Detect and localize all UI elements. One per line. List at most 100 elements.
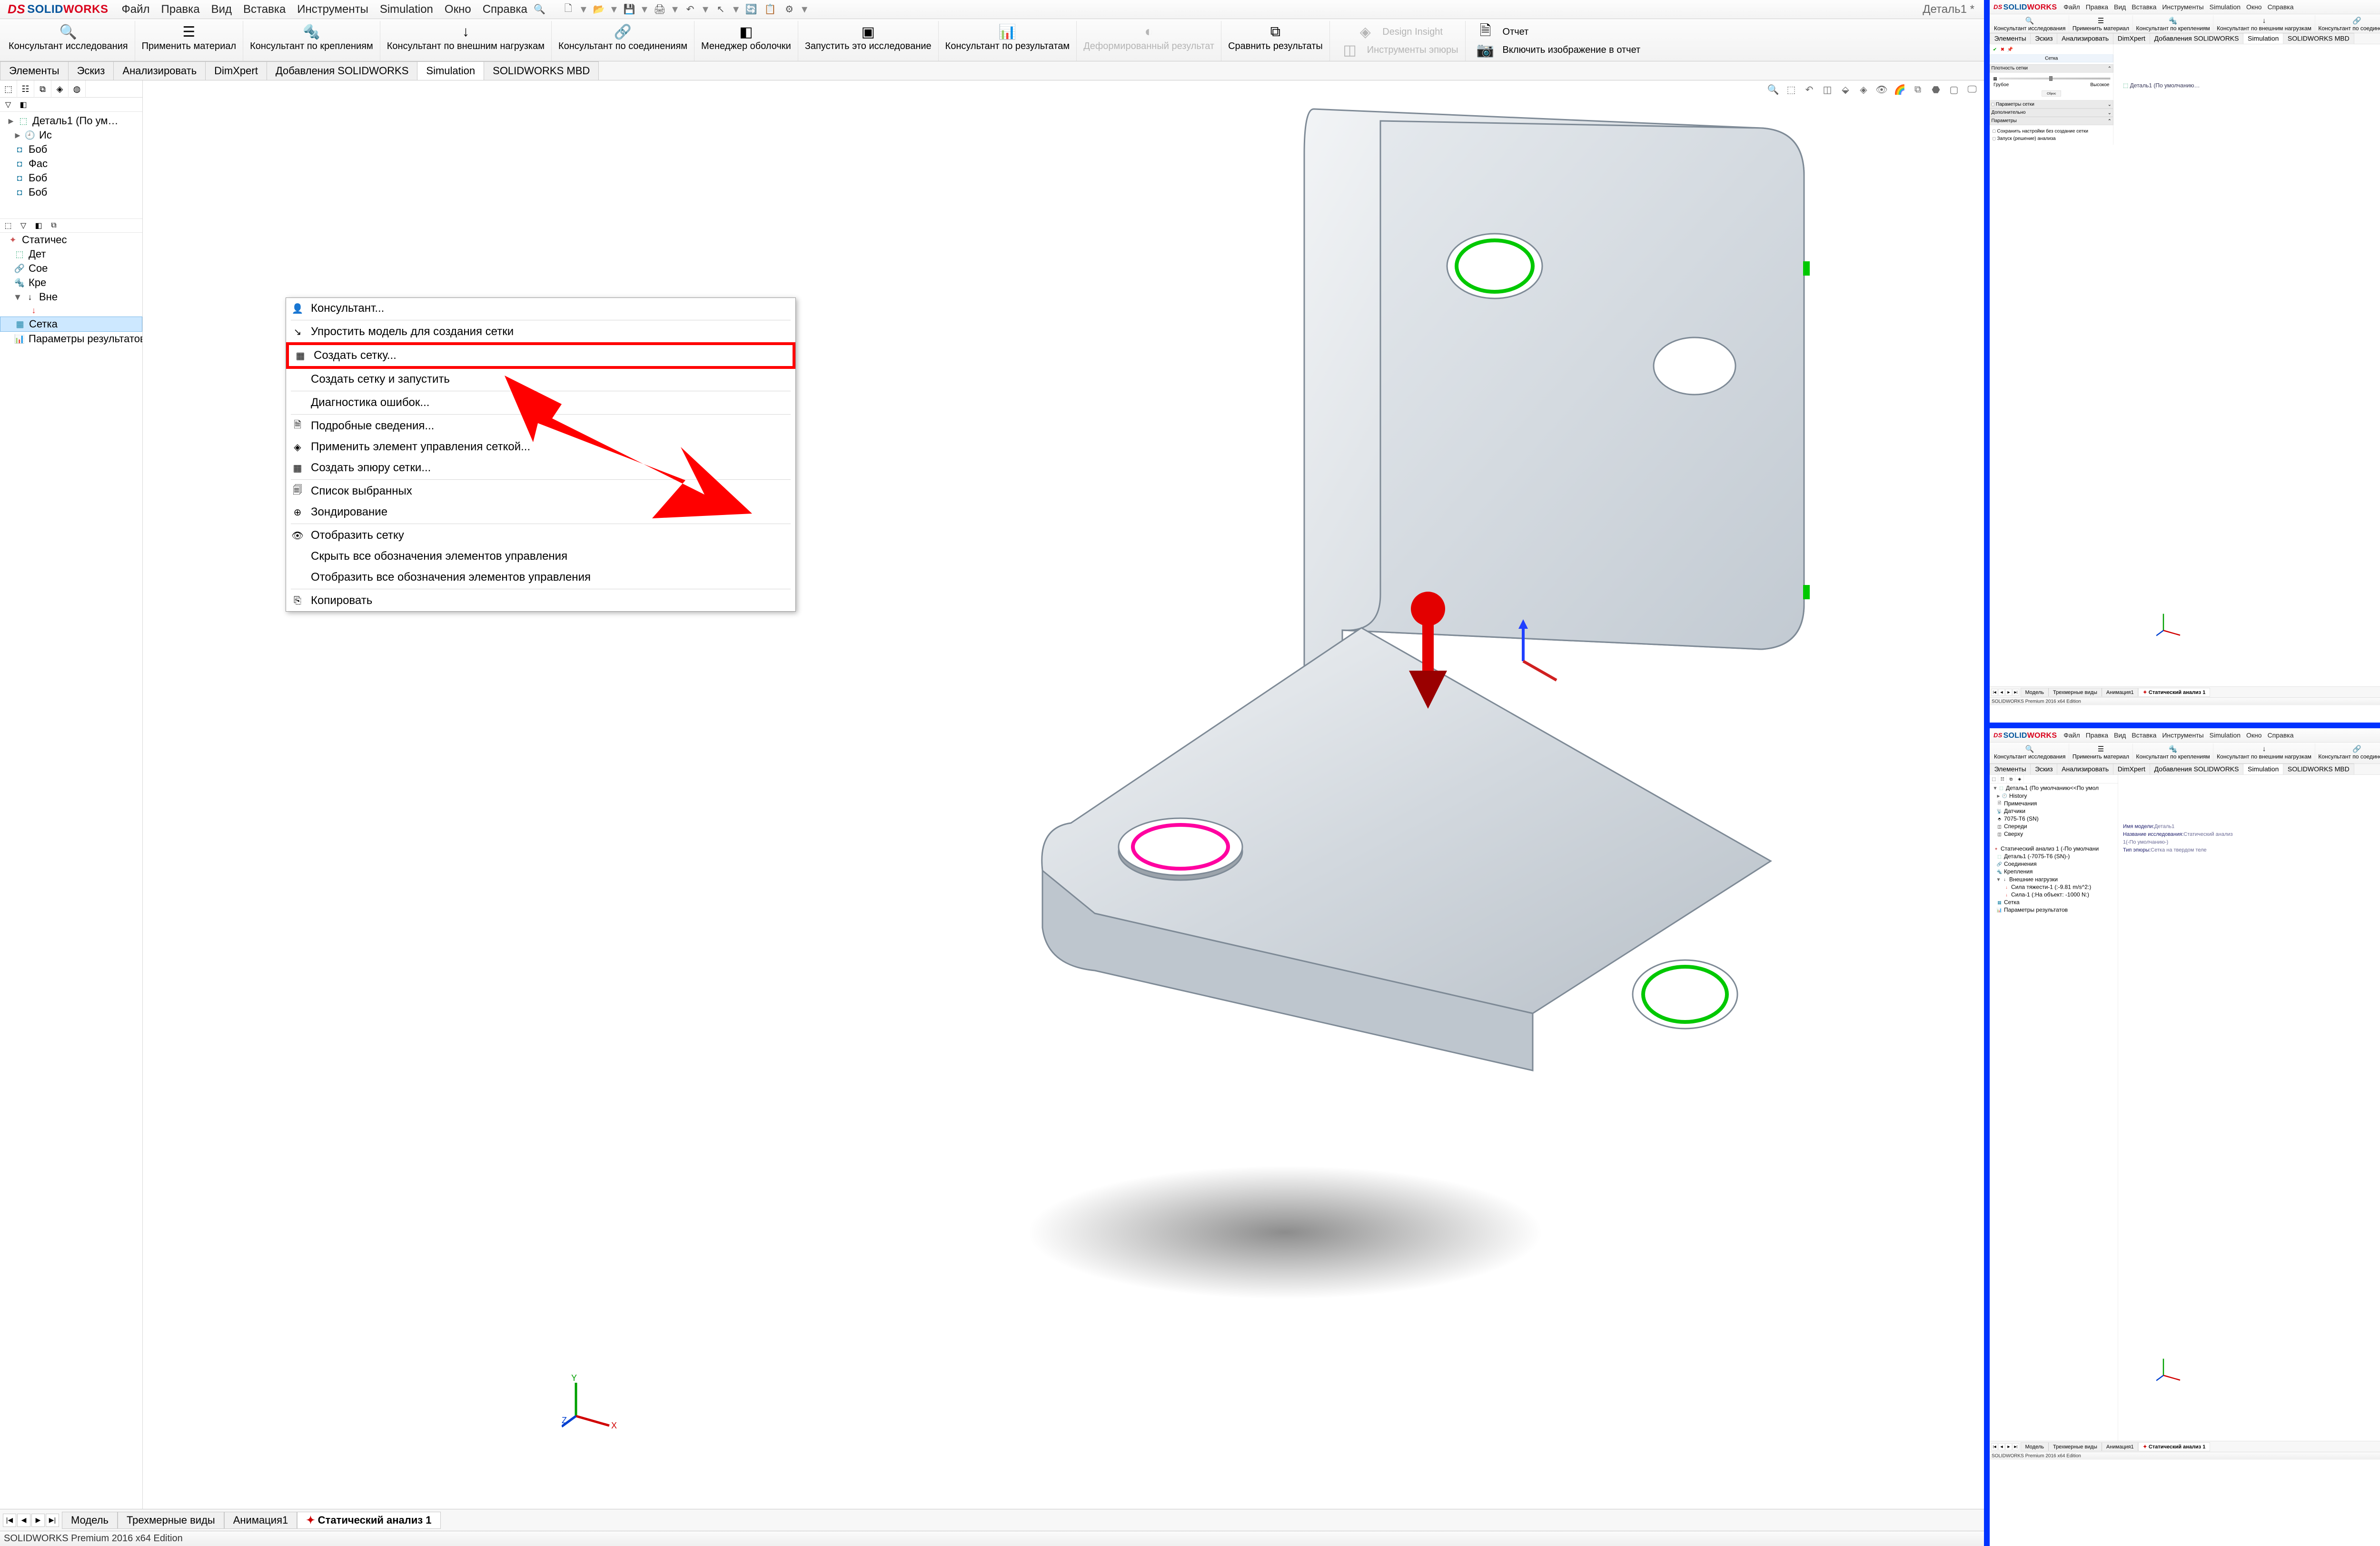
menu-tools[interactable]: Инструменты <box>2159 728 2206 743</box>
mesh-options-header[interactable]: Параметры⌃ <box>1990 117 2113 126</box>
menu-insert[interactable]: Вставка <box>2129 728 2159 743</box>
btab-model[interactable]: Модель <box>2021 1442 2048 1451</box>
tab-dimxpert[interactable]: DimXpert <box>205 61 267 80</box>
tree-node-front[interactable]: ◫Спереди <box>1990 823 2118 831</box>
cancel-icon[interactable]: ✖ <box>1999 46 2006 53</box>
ribbon-results-advisor[interactable]: 📊Консультант по результатам <box>939 21 1077 61</box>
open-icon[interactable]: 📂 <box>592 3 605 16</box>
menu-view[interactable]: Вид <box>2111 728 2129 743</box>
tab-nav-prev-icon[interactable]: ◀ <box>1998 1443 2005 1450</box>
tree-node-annotations[interactable]: 🗎Примечания <box>1990 800 2118 808</box>
menu-view[interactable]: Вид <box>206 0 238 19</box>
tree-tab-config-icon[interactable]: ⧉ <box>2007 775 2015 783</box>
tree-node-part[interactable]: ▾⬚Деталь1 (По умолчанию<<По умол <box>1990 784 2118 793</box>
btab-3dviews[interactable]: Трехмерные виды <box>2048 688 2102 696</box>
ctx-simplify[interactable]: ↘Упростить модель для создания сетки <box>286 321 795 342</box>
tab-nav-next-icon[interactable]: ▶ <box>2005 1443 2012 1450</box>
btab-model[interactable]: Модель <box>2021 688 2048 696</box>
menu-edit[interactable]: Правка <box>2083 728 2111 743</box>
tab-nav-last-icon[interactable]: ▶| <box>2013 1443 2019 1450</box>
opt-save[interactable]: Сохранить настройки без создание сетки <box>1992 128 2111 135</box>
prev-view-icon[interactable]: ↶ <box>1802 82 1816 97</box>
tree-tab-display-icon[interactable]: ◈ <box>51 80 69 98</box>
ribbon-connections-advisor[interactable]: 🔗Консультант по соединениям <box>2315 15 2380 33</box>
menu-tools[interactable]: Инструменты <box>2159 0 2206 14</box>
opt-run-checkbox[interactable] <box>1993 137 1996 140</box>
btab-static[interactable]: ✦ Статический анализ 1 <box>2138 688 2210 696</box>
tab-features[interactable]: Элементы <box>0 61 69 80</box>
view-orient-icon[interactable]: ⬙ <box>1838 82 1853 97</box>
view-triad[interactable] <box>2156 609 2185 639</box>
btab-3dviews[interactable]: Трехмерные виды <box>118 1512 224 1529</box>
tab-nav-prev-icon[interactable]: ◀ <box>17 1514 30 1527</box>
tree-node-boss2[interactable]: ◘Боб <box>0 171 142 185</box>
tree-node-coe[interactable]: 🔗Соединения <box>1990 861 2118 868</box>
mesh-params-checkbox[interactable] <box>1992 103 1995 106</box>
ribbon-report[interactable]: 🗎Отчет <box>1472 23 1529 41</box>
opt-save-checkbox[interactable] <box>1993 130 1996 133</box>
tab-mbd[interactable]: SOLIDWORKS MBD <box>484 61 599 80</box>
mesh-density-header[interactable]: Плотность сетки⌃ <box>1990 64 2113 73</box>
view-triad[interactable] <box>2156 1354 2185 1384</box>
ctx-create-mesh[interactable]: ▦Создать сетку... <box>286 342 795 369</box>
menu-view[interactable]: Вид <box>2111 0 2129 14</box>
btab-3dviews[interactable]: Трехмерные виды <box>2048 1442 2102 1451</box>
tab-nav-first-icon[interactable]: |◀ <box>1991 689 1998 695</box>
menu-file[interactable]: Файл <box>116 0 155 19</box>
tree-node-static-root[interactable]: ✦Статический анализ 1 (-По умолчани <box>1990 845 2118 853</box>
tree-tool-icon[interactable]: ◧ <box>32 219 45 232</box>
tree-node-coe[interactable]: 🔗Сое <box>0 261 142 276</box>
tree-node-sensors[interactable]: 📡Датчики <box>1990 808 2118 815</box>
ribbon-run-study[interactable]: ▣Запустить это исследование <box>798 21 939 61</box>
render-icon[interactable]: ⬣ <box>1929 82 1943 97</box>
tree-tab-properties-icon[interactable]: ☷ <box>1998 775 2007 783</box>
ribbon-study-advisor[interactable]: 🔍Консультант исследования <box>1991 15 2069 33</box>
filter-icon[interactable]: ▽ <box>2 99 14 111</box>
ribbon-study-advisor[interactable]: 🔍Консультант исследования <box>1991 743 2069 763</box>
zoom-area-icon[interactable]: ⬚ <box>1784 82 1798 97</box>
tab-analyze[interactable]: Анализировать <box>113 61 206 80</box>
ribbon-fixtures-advisor[interactable]: 🔩Консультант по креплениям <box>243 21 380 61</box>
tree-node-part[interactable]: ▸⬚Деталь1 (По ум… <box>0 114 142 128</box>
tree-node-boss3[interactable]: ◘Боб <box>0 185 142 199</box>
menu-tools[interactable]: Инструменты <box>291 0 374 19</box>
ribbon-apply-material[interactable]: ☰Применить материал <box>2069 15 2133 33</box>
view-triad[interactable]: Y X Z <box>562 1373 619 1433</box>
tree-node-boss1[interactable]: ◘Боб <box>0 142 142 157</box>
ribbon-loads-advisor[interactable]: ↓Консультант по внешним нагрузкам <box>2213 15 2315 33</box>
search-icon[interactable]: 🔍 <box>533 3 546 16</box>
tree-node-force[interactable]: ↓Сила-1 (:На объект: -1000 N:) <box>1990 891 2118 899</box>
tree-tab-config-icon[interactable]: ⧉ <box>34 80 51 98</box>
tree-node-top[interactable]: ◫Сверху <box>1990 831 2118 838</box>
settings-icon[interactable]: ▢ <box>1947 82 1961 97</box>
tree-tab-sim-icon[interactable]: ◍ <box>69 80 86 98</box>
tab-sketch[interactable]: Эскиз <box>2031 33 2057 44</box>
section-icon[interactable]: ◫ <box>1820 82 1835 97</box>
tab-analyze[interactable]: Анализировать <box>2057 33 2113 44</box>
btab-animation[interactable]: Анимация1 <box>2102 1442 2138 1451</box>
tab-nav-last-icon[interactable]: ▶| <box>46 1514 59 1527</box>
mesh-adv-header[interactable]: Дополнительно⌄ <box>1990 109 2113 117</box>
display-style-icon[interactable]: ◈ <box>1856 82 1871 97</box>
ribbon-loads-advisor[interactable]: ↓Консультант по внешним нагрузкам <box>2213 743 2315 763</box>
tab-sketch[interactable]: Эскиз <box>2031 764 2057 775</box>
rebuild-icon[interactable]: 🔄 <box>744 3 758 16</box>
new-icon[interactable]: 🗋 <box>562 3 575 16</box>
breadcrumb[interactable]: ⬚ Деталь1 (По умолчанию… <box>2123 82 2200 89</box>
reset-button[interactable]: Сброс <box>2042 90 2061 97</box>
tab-mbd[interactable]: SOLIDWORKS MBD <box>2283 764 2354 775</box>
tab-simulation[interactable]: Simulation <box>2243 764 2283 775</box>
ctx-advisor[interactable]: 👤Консультант... <box>286 298 795 319</box>
scene-icon[interactable]: ⧉ <box>1911 82 1925 97</box>
btab-model[interactable]: Модель <box>62 1512 118 1529</box>
tree-node-face[interactable]: ◘Фас <box>0 157 142 171</box>
tab-nav-prev-icon[interactable]: ◀ <box>1998 689 2005 695</box>
tree-tab-feature-icon[interactable]: ⬚ <box>1990 775 1998 783</box>
tab-sw-addins[interactable]: Добавления SOLIDWORKS <box>2150 33 2243 44</box>
ribbon-study-advisor[interactable]: 🔍Консультант исследования <box>2 21 135 61</box>
ctx-show-mesh[interactable]: 👁Отобразить сетку <box>286 525 795 546</box>
select-icon[interactable]: ↖ <box>714 3 727 16</box>
ok-icon[interactable]: ✔ <box>1992 46 1998 53</box>
menu-insert[interactable]: Вставка <box>2129 0 2159 14</box>
tab-sw-addins[interactable]: Добавления SOLIDWORKS <box>2150 764 2243 775</box>
